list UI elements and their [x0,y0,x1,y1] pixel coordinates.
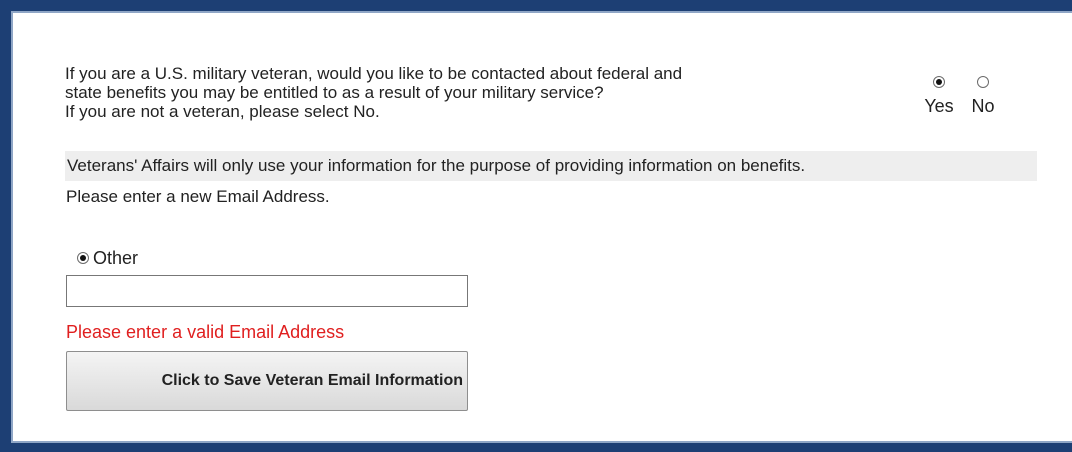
veteran-no-option[interactable]: No [963,75,1003,117]
page-frame: If you are a U.S. military veteran, woul… [0,0,1072,452]
question-line-3: If you are not a veteran, please select … [65,102,380,121]
email-other-label[interactable]: Other [93,248,138,268]
save-veteran-email-button[interactable]: Click to Save Veteran Email Information [66,351,468,411]
question-line-2: state benefits you may be entitled to as… [65,83,604,102]
email-input[interactable] [66,275,468,307]
form-panel: If you are a U.S. military veteran, woul… [11,11,1072,443]
email-other-option[interactable]: Other [77,248,138,268]
question-line-1: If you are a U.S. military veteran, woul… [65,64,683,83]
veteran-yes-option[interactable]: Yes [919,75,959,117]
veteran-no-label[interactable]: No [963,96,1003,117]
email-error-message: Please enter a valid Email Address [66,322,345,342]
email-other-radio[interactable] [77,252,89,264]
email-prompt: Please enter a new Email Address. [66,187,330,206]
veteran-yes-radio[interactable] [933,76,945,88]
privacy-notice: Veterans' Affairs will only use your inf… [65,151,1037,181]
veteran-yes-label[interactable]: Yes [919,96,959,117]
veteran-question: If you are a U.S. military veteran, woul… [65,64,865,121]
veteran-no-radio[interactable] [977,76,989,88]
